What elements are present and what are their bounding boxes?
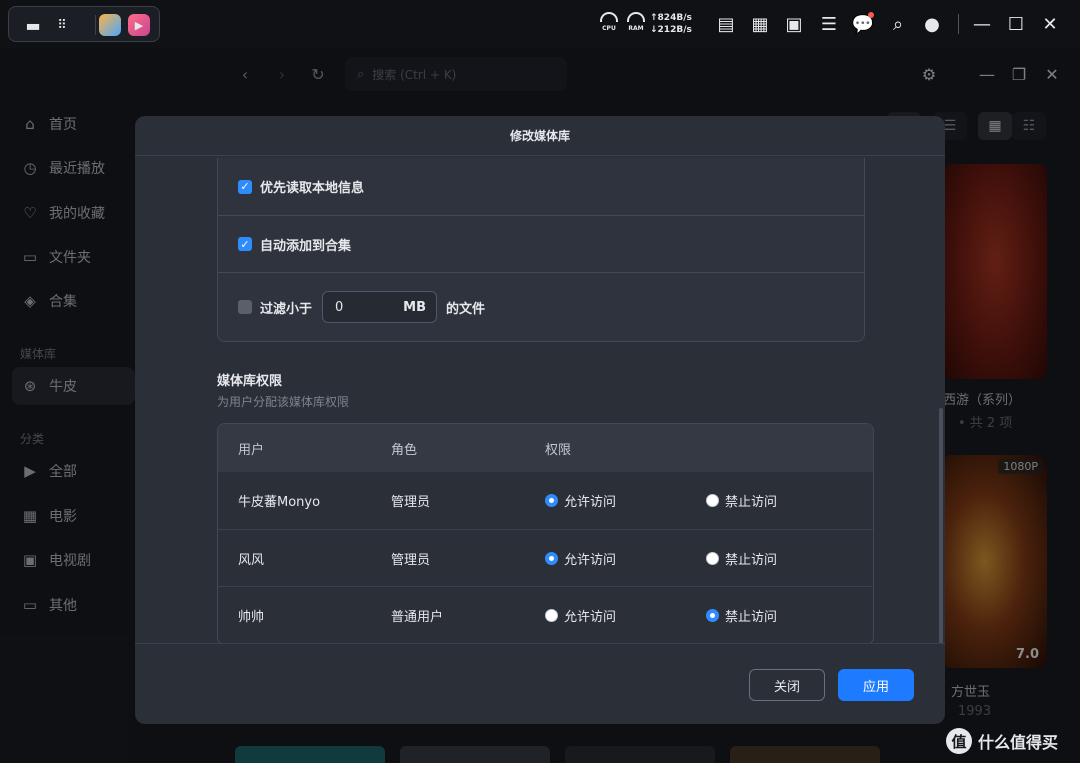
network-speed: ↑824B/s ↓212B/s <box>650 12 692 36</box>
app-grid-icon[interactable]: ⠿ <box>51 14 73 36</box>
message-icon[interactable]: 💬 <box>851 12 875 36</box>
watermark: 值 什么值得买 <box>946 728 1058 754</box>
os-taskbar: ▬ ⠿ ▶ CPU RAM ↑824B/s ↓212B/s ▤ ▦ ▣ ☰ 💬 … <box>0 0 1080 48</box>
option-read-local-info[interactable]: ✓ 优先读取本地信息 <box>218 158 864 215</box>
search-icon[interactable]: ⌕ <box>886 12 910 36</box>
dialog-title: 修改媒体库 <box>135 116 945 156</box>
notification-dot <box>868 12 874 18</box>
table-row: 牛皮蕃Monyo 管理员 允许访问 禁止访问 <box>218 472 873 529</box>
dock: ▬ ⠿ ▶ <box>8 6 160 42</box>
desktop-icon[interactable]: ▬ <box>22 14 44 36</box>
options-card: ✓ 优先读取本地信息 ✓ 自动添加到合集 过滤小于 0 MB 的文件 <box>217 158 865 342</box>
ram-label: RAM <box>628 25 644 32</box>
dialog-body: ✓ 优先读取本地信息 ✓ 自动添加到合集 过滤小于 0 MB 的文件 媒体库权限… <box>135 156 945 643</box>
close-icon[interactable]: ✕ <box>1038 12 1062 36</box>
watermark-logo-icon: 值 <box>946 728 972 754</box>
filter-prefix: 过滤小于 <box>260 301 313 317</box>
header-role: 角色 <box>391 442 418 458</box>
download-speed: ↓212B/s <box>650 25 692 35</box>
user-name: 帅帅 <box>238 609 265 625</box>
video-app-icon[interactable]: ▶ <box>128 14 150 36</box>
option-label: 自动添加到合集 <box>260 238 352 254</box>
radio-unselected-icon[interactable] <box>706 551 719 565</box>
monitor-icon[interactable]: ▣ <box>782 12 806 36</box>
filter-suffix: 的文件 <box>446 301 486 317</box>
user-name: 风风 <box>238 552 265 568</box>
min-size-unit: MB <box>403 299 427 315</box>
watermark-text: 什么值得买 <box>978 733 1059 752</box>
radio-selected-icon[interactable] <box>545 551 558 565</box>
radio-unselected-icon[interactable] <box>545 608 558 622</box>
taskbar-divider <box>958 14 959 34</box>
maximize-icon[interactable]: ☐ <box>1004 12 1028 36</box>
radio-selected-icon[interactable] <box>706 608 719 622</box>
checkbox-checked-icon[interactable]: ✓ <box>238 237 252 251</box>
checkbox-checked-icon[interactable]: ✓ <box>238 179 252 194</box>
layout-icon[interactable]: ▦ <box>748 12 772 36</box>
table-header: 用户 角色 权限 <box>218 424 873 472</box>
ram-gauge-icon[interactable]: RAM <box>624 12 648 36</box>
permissions-title: 媒体库权限 <box>217 374 283 389</box>
edit-library-dialog: 修改媒体库 ✓ 优先读取本地信息 ✓ 自动添加到合集 过滤小于 0 MB 的文件… <box>135 116 945 724</box>
apply-button[interactable]: 应用 <box>838 669 914 701</box>
user-role: 普通用户 <box>391 609 444 625</box>
user-icon[interactable]: ● <box>920 12 944 36</box>
radio-selected-icon[interactable] <box>545 494 558 507</box>
server-icon[interactable]: ☰ <box>817 12 841 36</box>
dialog-scrollbar[interactable] <box>939 408 943 643</box>
allow-label: 允许访问 <box>564 495 617 510</box>
permissions-table: 用户 角色 权限 牛皮蕃Monyo 管理员 允许访问 禁止访问 风风 管理员 允… <box>217 423 874 643</box>
option-label: 优先读取本地信息 <box>260 181 365 196</box>
table-row: 风风 管理员 允许访问 禁止访问 <box>218 529 873 586</box>
deny-label: 禁止访问 <box>725 495 778 510</box>
minimize-icon[interactable]: — <box>970 12 994 36</box>
option-auto-add-collection[interactable]: ✓ 自动添加到合集 <box>218 215 864 272</box>
deny-access-radio[interactable]: 禁止访问 <box>706 472 777 529</box>
deny-label: 禁止访问 <box>725 609 778 625</box>
deny-access-radio[interactable]: 禁止访问 <box>706 530 777 586</box>
user-role: 管理员 <box>391 495 431 510</box>
radio-unselected-icon[interactable] <box>706 494 719 507</box>
min-size-value: 0 <box>335 299 344 315</box>
upload-speed: ↑824B/s <box>650 13 692 23</box>
allow-access-radio[interactable]: 允许访问 <box>545 530 616 586</box>
header-permission: 权限 <box>545 442 572 458</box>
dialog-footer: 关闭 应用 <box>135 643 945 724</box>
dock-separator <box>95 15 96 35</box>
close-button[interactable]: 关闭 <box>749 669 825 701</box>
min-size-input[interactable]: 0 MB <box>322 291 438 323</box>
option-size-filter: 过滤小于 0 MB 的文件 <box>218 272 864 341</box>
header-user: 用户 <box>238 442 265 458</box>
allow-access-radio[interactable]: 允许访问 <box>545 472 616 529</box>
user-name: 牛皮蕃Monyo <box>238 495 321 510</box>
cpu-label: CPU <box>602 25 616 32</box>
photos-app-icon[interactable] <box>99 14 121 36</box>
checkbox-unchecked-icon[interactable] <box>238 300 252 314</box>
allow-access-radio[interactable]: 允许访问 <box>545 587 616 643</box>
allow-label: 允许访问 <box>564 552 617 568</box>
table-row: 帅帅 普通用户 允许访问 禁止访问 <box>218 586 873 643</box>
cpu-gauge-icon[interactable]: CPU <box>597 12 621 36</box>
user-role: 管理员 <box>391 552 431 568</box>
deny-access-radio[interactable]: 禁止访问 <box>706 587 777 643</box>
permissions-description: 为用户分配该媒体库权限 <box>217 395 350 409</box>
allow-label: 允许访问 <box>564 609 617 625</box>
storage-icon[interactable]: ▤ <box>714 12 738 36</box>
deny-label: 禁止访问 <box>725 552 778 568</box>
